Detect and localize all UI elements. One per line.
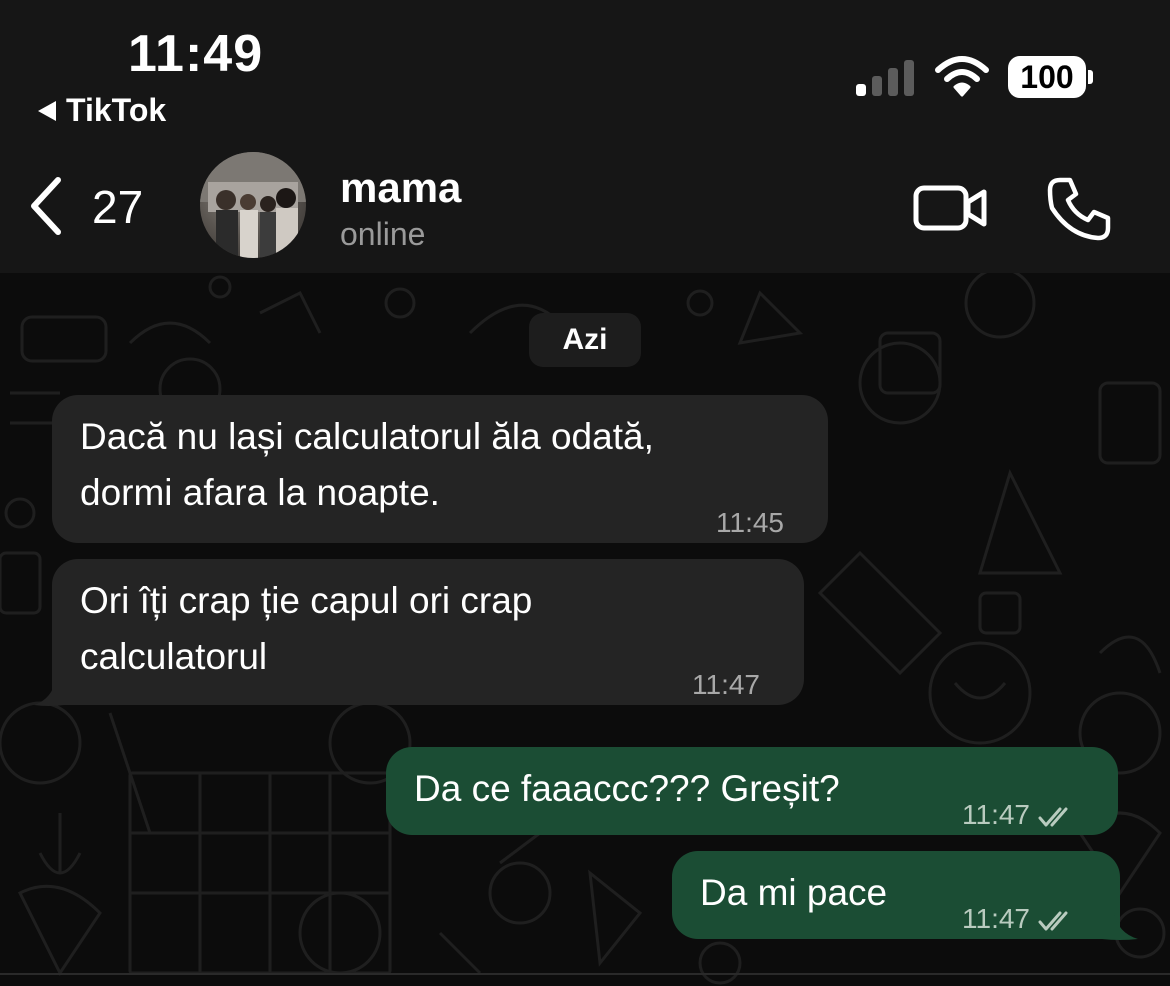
message-text: Da mi pace: [700, 872, 888, 913]
message-line: dormi afara la noapte.: [80, 472, 440, 513]
video-call-icon[interactable]: [912, 184, 988, 232]
battery-icon: 100: [1008, 56, 1086, 98]
back-app-label: TikTok: [66, 92, 167, 128]
status-time: 11:49: [128, 25, 264, 83]
phone-call-icon[interactable]: [1046, 176, 1112, 242]
message-text: Dacă nu lași calculatorul ăla odată, dor…: [80, 409, 654, 521]
chat-area[interactable]: Azi Dacă nu lași calculatorul ăla odată,…: [0, 273, 1170, 986]
back-triangle-icon: [38, 100, 56, 121]
message-text: Ori îți crap ție capul ori crap calculat…: [80, 573, 532, 685]
double-check-icon: [1038, 807, 1068, 827]
message-line: calculatorul: [80, 636, 268, 677]
outgoing-bubble-tail: [1102, 913, 1138, 940]
incoming-bubble-tail: [34, 679, 64, 706]
composer-divider: [0, 973, 1170, 975]
unread-count[interactable]: 27: [92, 180, 143, 234]
message-text: Da ce faaaccc??? Greșit?: [414, 768, 840, 809]
message-time: 11:45: [716, 507, 784, 538]
double-check-icon: [1038, 911, 1068, 931]
status-bar: 11:49 TikTok 100: [0, 0, 1170, 140]
message-time: 11:47: [962, 799, 1030, 830]
outgoing-message[interactable]: Da ce faaaccc??? Greșit? 11:47: [386, 747, 1118, 835]
incoming-message[interactable]: Ori îți crap ție capul ori crap calculat…: [52, 559, 804, 705]
signal-icon: [856, 58, 914, 96]
date-separator: Azi: [529, 313, 641, 367]
incoming-message[interactable]: Dacă nu lași calculatorul ăla odată, dor…: [52, 395, 828, 543]
battery-tip: [1088, 70, 1093, 84]
message-time: 11:47: [692, 669, 760, 700]
avatar[interactable]: [200, 152, 306, 258]
chat-header: 27 mama online: [0, 140, 1170, 273]
wifi-icon: [935, 56, 989, 97]
avatar-photo: [200, 152, 306, 258]
contact-name[interactable]: mama: [340, 164, 461, 212]
message-meta: 11:47: [962, 787, 1074, 843]
outgoing-message[interactable]: Da mi pace 11:47: [672, 851, 1120, 939]
message-time: 11:47: [962, 903, 1030, 934]
back-to-app-link[interactable]: TikTok: [38, 92, 166, 129]
contact-status: online: [340, 216, 426, 252]
chevron-left-icon[interactable]: [26, 176, 66, 236]
message-meta: 11:47: [962, 891, 1074, 947]
message-line: Ori îți crap ție capul ori crap: [80, 580, 533, 621]
message-line: Dacă nu lași calculatorul ăla odată,: [80, 416, 654, 457]
